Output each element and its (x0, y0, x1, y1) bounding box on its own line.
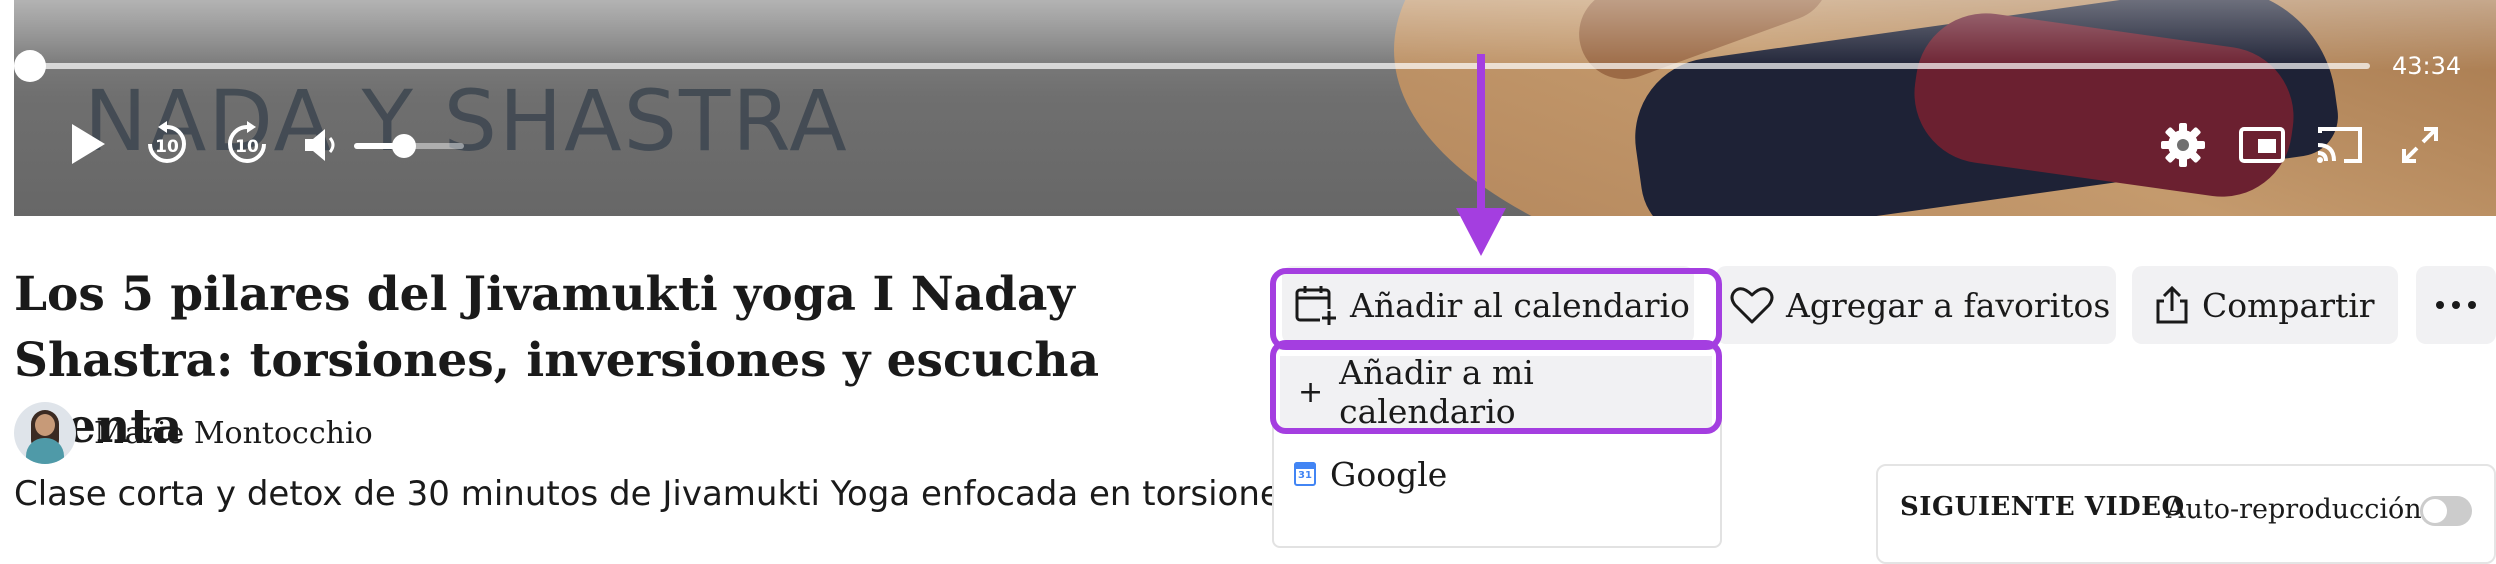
author-name[interactable]: Marie Montocchio (94, 416, 373, 451)
svg-text:10: 10 (155, 137, 179, 157)
google-calendar-icon: 31 (1294, 462, 1316, 486)
next-video-label: SIGUIENTE VIDEO (1900, 492, 2185, 522)
forward-10-icon: 10 (228, 121, 266, 163)
video-duration: 43:34 (2392, 52, 2462, 80)
rewind-10-button[interactable]: 10 (142, 118, 192, 170)
add-to-my-calendar-item[interactable]: + Añadir a mi calendario (1280, 353, 1712, 431)
video-description: Clase corta y detox de 30 minutos de Jiv… (14, 474, 1362, 514)
heart-icon (1730, 285, 1774, 325)
google-calendar-item[interactable]: 31 Google (1282, 446, 1447, 502)
add-to-favorites-button[interactable]: Agregar a favoritos (1716, 266, 2116, 344)
gear-icon (2161, 123, 2205, 167)
add-to-favorites-label: Agregar a favoritos (1786, 285, 2111, 325)
progress-scrubber[interactable] (14, 50, 46, 82)
settings-button[interactable] (2156, 118, 2210, 172)
autoplay-toggle-knob[interactable] (2423, 499, 2447, 523)
cast-icon (2317, 127, 2362, 163)
svg-text:10: 10 (235, 137, 259, 157)
avatar[interactable] (14, 402, 76, 464)
volume-slider-thumb[interactable] (392, 134, 416, 158)
play-button[interactable] (64, 118, 112, 170)
cast-button[interactable] (2312, 120, 2368, 170)
google-label: Google (1330, 454, 1448, 494)
picture-in-picture-button[interactable] (2236, 122, 2288, 168)
calendar-add-icon (1294, 283, 1338, 327)
rewind-10-icon: 10 (148, 121, 186, 163)
forward-10-button[interactable]: 10 (222, 118, 272, 170)
share-button[interactable]: Compartir (2132, 266, 2398, 344)
add-to-calendar-label: Añadir al calendario (1350, 285, 1690, 325)
video-player[interactable]: NADA Y SHASTRA (14, 0, 2496, 216)
share-label: Compartir (2202, 285, 2375, 325)
play-icon (72, 124, 105, 164)
add-to-calendar-button[interactable]: Añadir al calendario (1282, 266, 1694, 344)
plus-icon: + (1298, 374, 1324, 410)
speaker-icon (305, 129, 335, 161)
picture-in-picture-icon (2239, 127, 2285, 163)
annotation-arrow (1477, 54, 1485, 214)
more-dots-icon (2436, 301, 2476, 309)
annotation-arrow-head (1456, 208, 1506, 256)
expand-icon (2402, 127, 2438, 163)
add-to-my-calendar-label: Añadir a mi calendario (1339, 353, 1534, 431)
share-icon (2154, 285, 2190, 325)
progress-bar[interactable] (30, 63, 2370, 69)
video-overlay-title: NADA Y SHASTRA (84, 72, 849, 170)
fullscreen-button[interactable] (2396, 122, 2444, 168)
author-row[interactable]: Marie Montocchio (14, 402, 373, 464)
more-options-button[interactable] (2416, 266, 2496, 344)
volume-button[interactable] (298, 122, 344, 168)
autoplay-label: Auto-reproducción (2166, 494, 2422, 525)
